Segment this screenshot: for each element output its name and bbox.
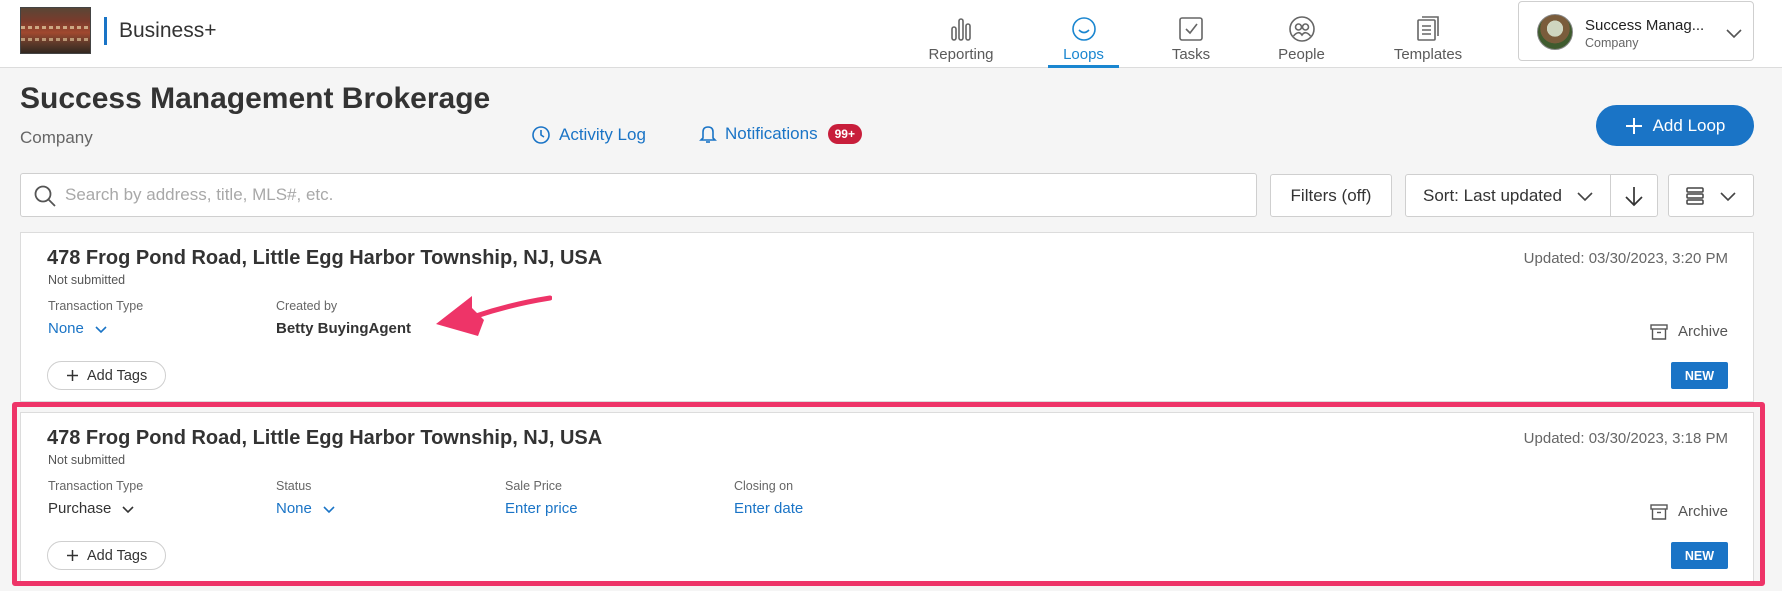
active-tab-indicator [1048,65,1119,68]
nav-people[interactable]: People [1275,14,1328,68]
loop-status: Not submitted [48,273,126,287]
add-tags-button[interactable]: Add Tags [47,361,167,390]
add-tags-label: Add Tags [87,367,148,384]
people-icon [1288,16,1315,42]
nav-loops[interactable]: Loops [1048,14,1119,68]
brand-name: Business+ [119,19,217,42]
plus-icon [67,370,78,381]
chevron-down-icon [1720,191,1736,201]
company-logo[interactable] [20,7,91,54]
chevron-down-icon [122,505,134,513]
search-input[interactable] [65,174,1245,216]
notifications-label: Notifications [725,124,818,143]
loop-updated: Updated: 03/30/2023, 3:20 PM [1523,250,1728,267]
sale-price-label: Sale Price [505,479,562,493]
view-mode-dropdown[interactable] [1668,174,1754,217]
transaction-type-label: Transaction Type [48,479,144,493]
add-loop-label: Add Loop [1652,115,1726,135]
bar-chart-icon [951,18,971,41]
loop-title[interactable]: 478 Frog Pond Road, Little Egg Harbor To… [47,247,602,270]
search-box [20,173,1257,217]
account-name: Success Manag... [1585,17,1705,34]
sale-price-field: Sale Price Enter price [505,479,578,517]
new-badge: NEW [1671,362,1728,389]
loop-status: Not submitted [48,453,126,467]
plus-icon [67,550,78,561]
status-field: Status None [276,479,336,517]
plus-icon [1625,117,1642,134]
filters-label: Filters (off) [1290,185,1372,205]
loop-icon [1071,17,1096,41]
created-by-value: Betty BuyingAgent [276,320,411,337]
checkbox-icon [1179,17,1203,41]
top-bar: Business+ Reporting Loops Tasks People T… [0,0,1782,68]
nav-people-label: People [1278,46,1325,63]
closing-date-field: Closing on Enter date [734,479,803,517]
add-tags-label: Add Tags [87,547,148,564]
account-type: Company [1585,36,1639,50]
page-subtitle: Company [20,128,93,147]
created-by-label: Created by [276,299,338,313]
transaction-type-label: Transaction Type [48,299,144,313]
page-title: Success Management Brokerage [20,82,491,115]
logo-divider [104,17,107,45]
nav-templates-label: Templates [1393,46,1463,63]
account-avatar [1537,14,1573,50]
transaction-type-field: Transaction Type Purchase [48,479,143,517]
created-by-field: Created by Betty BuyingAgent [276,299,411,337]
closing-date-input[interactable]: Enter date [734,500,803,517]
archive-icon [1650,323,1668,340]
status-value: None [276,500,312,517]
templates-icon [1417,16,1439,41]
chevron-down-icon [1577,191,1593,201]
notifications-count-badge: 99+ [827,124,862,144]
loop-title[interactable]: 478 Frog Pond Road, Little Egg Harbor To… [47,427,602,450]
nav-tasks[interactable]: Tasks [1166,14,1216,68]
chevron-down-icon [95,325,107,333]
status-label: Status [276,479,312,493]
sort-label: Sort: Last updated [1423,185,1562,205]
nav-templates[interactable]: Templates [1390,14,1466,68]
archive-label: Archive [1677,323,1728,340]
archive-button[interactable]: Archive [1650,323,1728,340]
add-loop-button[interactable]: Add Loop [1596,105,1754,146]
transaction-type-dropdown[interactable]: Purchase [48,500,143,517]
new-badge: NEW [1671,542,1728,569]
archive-label: Archive [1677,503,1728,520]
sort-direction-button[interactable] [1610,174,1658,217]
arrow-down-icon [1625,186,1643,206]
transaction-type-dropdown[interactable]: None [48,320,143,337]
activity-log-label: Activity Log [559,125,646,144]
chevron-down-icon [323,505,335,513]
transaction-type-value: Purchase [48,500,112,517]
notifications-link[interactable]: Notifications 99+ [699,124,862,144]
account-switcher[interactable]: Success Manag... Company [1518,1,1754,61]
loop-card[interactable]: 478 Frog Pond Road, Little Egg Harbor To… [20,412,1754,582]
archive-icon [1650,503,1668,520]
status-dropdown[interactable]: None [276,500,336,517]
nav-reporting-label: Reporting [928,46,994,63]
closing-label: Closing on [734,479,794,493]
search-icon [34,185,56,207]
nav-loops-label: Loops [1063,46,1104,63]
chevron-down-icon [1726,29,1742,39]
transaction-type-value: None [48,320,84,337]
activity-log-link[interactable]: Activity Log [531,125,646,145]
sale-price-input[interactable]: Enter price [505,500,578,517]
filters-button[interactable]: Filters (off) [1270,174,1392,217]
clock-icon [532,126,550,144]
sort-dropdown[interactable]: Sort: Last updated [1405,174,1611,217]
loop-card[interactable]: 478 Frog Pond Road, Little Egg Harbor To… [20,232,1754,402]
list-view-icon [1686,186,1704,205]
nav-reporting[interactable]: Reporting [925,14,997,68]
archive-button[interactable]: Archive [1650,503,1728,520]
bell-icon [699,126,717,143]
nav-tasks-label: Tasks [1171,46,1211,63]
add-tags-button[interactable]: Add Tags [47,541,167,570]
loop-updated: Updated: 03/30/2023, 3:18 PM [1523,430,1728,447]
transaction-type-field: Transaction Type None [48,299,143,337]
